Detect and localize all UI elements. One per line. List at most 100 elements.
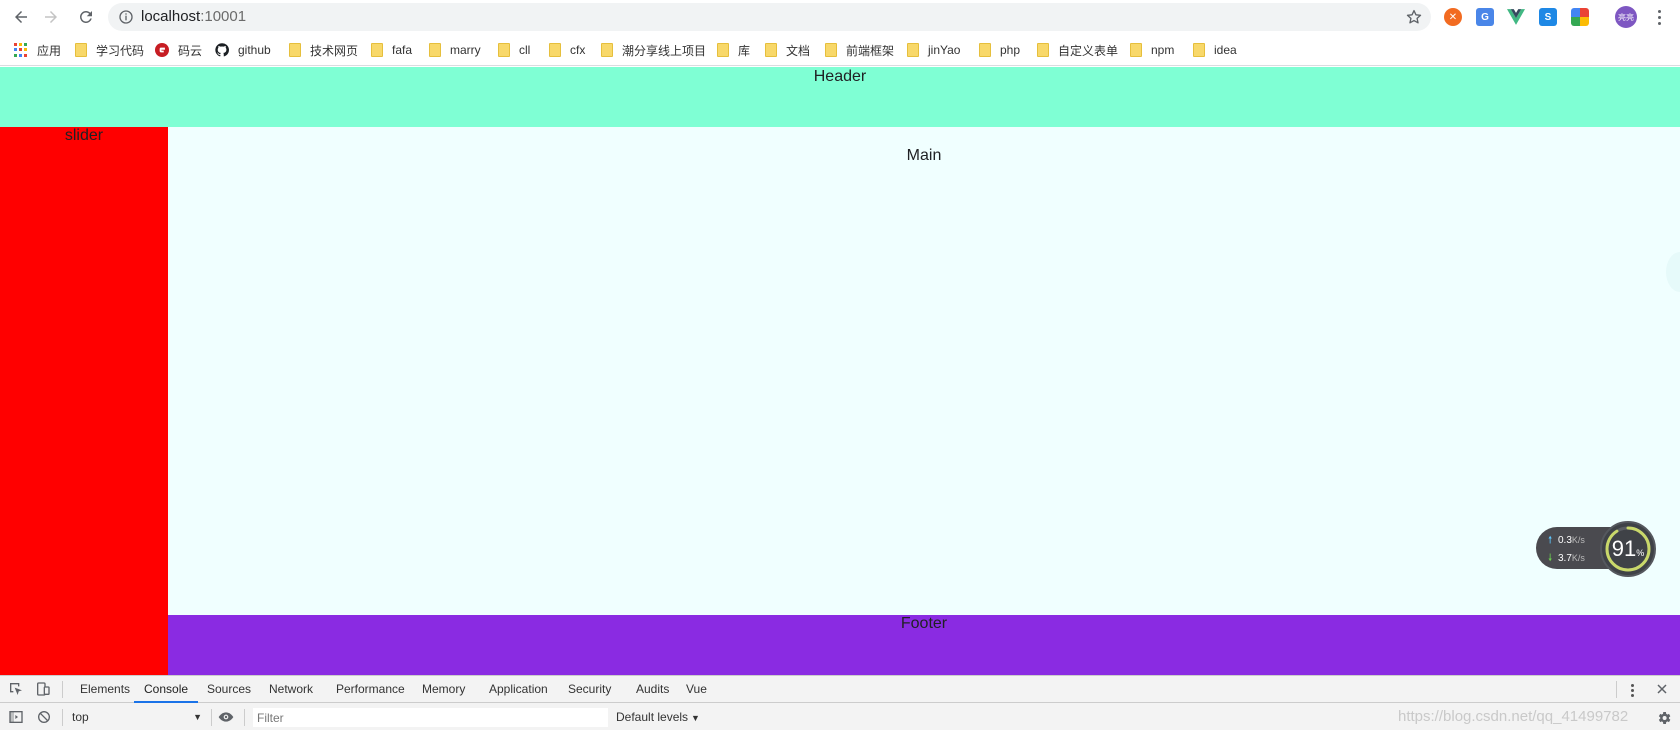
devtools-separator [1616,681,1617,698]
console-separator [62,709,63,726]
arrow-down-icon: 🠗 [1548,553,1553,564]
tab-console[interactable]: Console [134,676,199,703]
folder-icon [825,43,837,57]
tab-application[interactable]: Application [489,676,548,703]
bookmark-label: github [238,43,271,57]
log-levels-label: Default levels [616,710,689,724]
download-speed: 🠗 3.7K/s [1548,551,1585,568]
bookmark-item[interactable]: 库 [717,41,750,59]
slider-text: slider [64,127,104,144]
tab-security[interactable]: Security [568,676,611,703]
bookmark-item[interactable]: 学习代码 [75,41,144,59]
bookmark-item[interactable]: 潮分享线上项目 [601,41,706,59]
console-separator [211,709,212,726]
bookmark-label: 自定义表单 [1058,43,1119,58]
bookmark-item[interactable]: php [979,41,1020,59]
page-viewport: Header slider Main Footer 🠕 0.3K/s 🠗 3.7K/… [0,67,1680,675]
side-float-handle[interactable] [1666,252,1680,292]
console-sidebar-icon[interactable] [8,709,24,725]
tab-sources[interactable]: Sources [207,676,251,703]
arrow-up-icon: 🠕 [1548,535,1553,546]
watermark-text: https://blog.csdn.net/qq_41499782 [1398,708,1629,725]
url-text[interactable]: localhost:10001 [141,9,246,25]
folder-icon [979,43,991,57]
folder-icon [498,43,510,57]
tab-vue[interactable]: Vue [686,676,707,703]
header-text: Header [813,68,867,85]
folder-icon [75,43,87,57]
bookmark-label: idea [1214,43,1237,57]
bookmark-item[interactable]: marry [429,41,481,59]
back-button[interactable] [9,5,33,29]
reload-icon [79,10,92,23]
gear-icon[interactable] [1656,710,1672,726]
tab-performance[interactable]: Performance [336,676,405,703]
console-filter-input[interactable] [253,708,608,727]
bookmark-item[interactable]: fafa [371,41,412,59]
bookmark-item[interactable]: cll [498,41,530,59]
bookmark-item[interactable]: 技术网页 [289,41,358,59]
s-extension-icon[interactable]: S [1539,8,1557,26]
caret-down-icon: ▼ [691,713,700,723]
bookmark-label: 文档 [786,43,811,58]
vue-devtools-icon[interactable] [1507,8,1525,26]
bookmark-item[interactable]: 应用 [14,41,61,59]
device-toolbar-icon[interactable] [35,681,51,697]
gitee-icon [155,43,169,57]
extension-orange-icon[interactable]: ✕ [1444,8,1462,26]
header-region: Header [0,67,1680,127]
info-icon[interactable] [118,9,134,25]
upload-speed: 🠕 0.3K/s [1548,533,1585,550]
eye-icon[interactable] [218,709,234,725]
clear-console-icon[interactable] [36,709,52,725]
folder-icon [907,43,919,57]
slider-region: slider [0,127,168,675]
console-separator [244,709,245,726]
log-levels-dropdown[interactable]: Default levels ▼ [616,708,700,726]
folder-icon [717,43,729,57]
tab-memory[interactable]: Memory [422,676,465,703]
memory-usage-ring[interactable]: 91% [1600,521,1656,577]
folder-icon [1193,43,1205,57]
context-selector[interactable]: top ▼ [70,708,204,726]
bookmark-item[interactable]: 文档 [765,41,810,59]
upload-value: 0.3 [1558,535,1572,546]
reload-button[interactable] [74,5,98,29]
bookmark-label: 学习代码 [96,43,145,58]
tab-network[interactable]: Network [269,676,313,703]
tab-elements[interactable]: Elements [80,676,130,703]
arrow-left-icon [15,11,27,23]
bookmark-item[interactable]: cfx [549,41,585,59]
devtools-menu-icon[interactable] [1628,682,1636,698]
upload-unit: K/s [1571,535,1585,545]
main-text: Main [906,147,942,164]
github-icon [215,43,229,57]
bookmark-item[interactable]: 码云 [155,41,202,59]
bookmark-item[interactable]: idea [1193,41,1237,59]
forward-button[interactable] [39,5,63,29]
color-extension-icon[interactable] [1571,8,1589,26]
bookmark-item[interactable]: 自定义表单 [1037,41,1118,59]
browser-menu-icon[interactable] [1652,6,1666,28]
bookmark-item[interactable]: npm [1130,41,1174,59]
address-bar[interactable]: localhost:10001 [108,3,1431,31]
bookmarks-bar: 应用 学习代码 码云 github 技术网页 fafa marry cll cfx 潮分享线上项目… [0,34,1680,66]
tab-audits[interactable]: Audits [636,676,669,703]
close-icon[interactable] [1654,681,1670,697]
bookmark-label: php [1000,43,1021,57]
url-host: localhost [141,8,201,25]
network-speed-widget[interactable]: 🠕 0.3K/s 🠗 3.7K/s 91% [1536,521,1656,577]
avatar[interactable]: 亮亮 [1615,6,1637,28]
translate-extension-icon[interactable]: G [1476,8,1494,26]
folder-icon [601,43,613,57]
bookmark-label: 技术网页 [310,43,359,58]
bookmark-label: jinYao [928,43,961,57]
inspect-element-icon[interactable] [8,681,24,697]
usage-percent: 91% [1602,536,1654,562]
bookmark-item[interactable]: 前端框架 [825,41,894,59]
bookmark-item[interactable]: github [215,41,271,59]
bookmark-item[interactable]: jinYao [907,41,960,59]
bookmark-label: 码云 [178,43,203,58]
star-icon[interactable] [1405,8,1423,26]
bookmark-label: npm [1151,43,1175,57]
